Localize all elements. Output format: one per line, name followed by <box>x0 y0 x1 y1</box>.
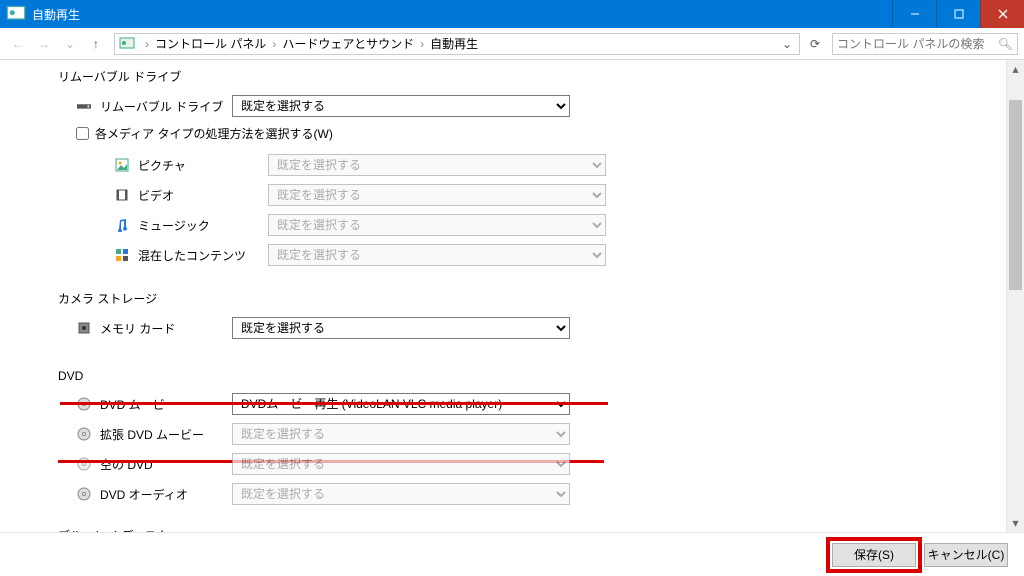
music-icon <box>114 219 130 231</box>
blank-dvd-select: 既定を選択する <box>232 453 570 475</box>
row-blank-dvd: 空の DVD 既定を選択する <box>76 453 1006 475</box>
mixed-icon <box>114 249 130 261</box>
ext-dvd-movie-select: 既定を選択する <box>232 423 570 445</box>
window-title: 自動再生 <box>32 6 892 23</box>
minimize-button[interactable] <box>892 0 936 28</box>
row-music: ミュージック 既定を選択する <box>114 214 1006 236</box>
chevron-right-icon: › <box>272 37 276 51</box>
pictures-select: 既定を選択する <box>268 154 606 176</box>
titlebar: 自動再生 <box>0 0 1024 28</box>
removable-drive-label: リムーバブル ドライブ <box>100 98 232 115</box>
scroll-down-icon[interactable]: ▾ <box>1007 514 1024 532</box>
blank-dvd-label: 空の DVD <box>100 456 232 473</box>
checkbox-media-types-label: 各メディア タイプの処理方法を選択する(W) <box>95 125 333 142</box>
drive-icon <box>76 100 92 112</box>
breadcrumb-dropdown-icon[interactable]: ⌄ <box>779 37 795 51</box>
breadcrumb-item-hardware[interactable]: ハードウェアとサウンド <box>282 35 414 52</box>
vertical-scrollbar[interactable]: ▴ ▾ <box>1006 60 1024 532</box>
search-icon: 🔍︎ <box>998 37 1013 51</box>
chevron-right-icon: › <box>145 37 149 51</box>
cancel-button[interactable]: キャンセル(C) <box>924 543 1008 567</box>
picture-icon <box>114 159 130 171</box>
section-removable-drives: リムーバブル ドライブ <box>58 68 1006 85</box>
memory-card-label: メモリ カード <box>100 320 232 337</box>
row-removable-drive: リムーバブル ドライブ 既定を選択する <box>76 95 1006 117</box>
breadcrumb-icon <box>119 36 135 52</box>
footer: 保存(S) キャンセル(C) <box>0 532 1024 576</box>
app-icon <box>6 4 26 24</box>
row-dvd-audio: DVD オーディオ 既定を選択する <box>76 483 1006 505</box>
row-video: ビデオ 既定を選択する <box>114 184 1006 206</box>
recent-button[interactable]: ⌄ <box>58 32 82 56</box>
music-select: 既定を選択する <box>268 214 606 236</box>
breadcrumb[interactable]: › コントロール パネル › ハードウェアとサウンド › 自動再生 ⌄ <box>114 33 800 55</box>
video-icon <box>114 189 130 201</box>
disc-icon <box>76 428 92 440</box>
memory-card-select[interactable]: 既定を選択する <box>232 317 570 339</box>
chevron-right-icon: › <box>420 37 424 51</box>
search-box[interactable]: 🔍︎ <box>832 33 1018 55</box>
disc-icon <box>76 488 92 500</box>
checkbox-media-types-input[interactable] <box>76 127 89 140</box>
mixed-label: 混在したコンテンツ <box>138 247 268 264</box>
checkbox-media-types[interactable]: 各メディア タイプの処理方法を選択する(W) <box>76 125 1006 142</box>
navbar: ← → ⌄ ↑ › コントロール パネル › ハードウェアとサウンド › 自動再… <box>0 28 1024 60</box>
section-dvd: DVD <box>58 369 1006 383</box>
memory-card-icon <box>76 322 92 334</box>
scrollbar-thumb[interactable] <box>1009 100 1022 290</box>
back-button[interactable]: ← <box>6 32 30 56</box>
save-button[interactable]: 保存(S) <box>832 543 916 567</box>
content-panel: リムーバブル ドライブ リムーバブル ドライブ 既定を選択する 各メディア タイ… <box>0 60 1006 532</box>
section-camera-storage: カメラ ストレージ <box>58 290 1006 307</box>
row-mixed: 混在したコンテンツ 既定を選択する <box>114 244 1006 266</box>
dvd-audio-select: 既定を選択する <box>232 483 570 505</box>
removable-drive-select[interactable]: 既定を選択する <box>232 95 570 117</box>
mixed-select: 既定を選択する <box>268 244 606 266</box>
scroll-up-icon[interactable]: ▴ <box>1007 60 1024 78</box>
dvd-audio-label: DVD オーディオ <box>100 486 232 503</box>
highlight-underline <box>60 402 608 405</box>
refresh-button[interactable]: ⟳ <box>804 33 826 55</box>
forward-button[interactable]: → <box>32 32 56 56</box>
video-select: 既定を選択する <box>268 184 606 206</box>
music-label: ミュージック <box>138 217 268 234</box>
ext-dvd-movie-label: 拡張 DVD ムービー <box>100 426 232 443</box>
pictures-label: ピクチャ <box>138 157 268 174</box>
row-ext-dvd-movie: 拡張 DVD ムービー 既定を選択する <box>76 423 1006 445</box>
video-label: ビデオ <box>138 187 268 204</box>
breadcrumb-item-control-panel[interactable]: コントロール パネル <box>155 35 266 52</box>
row-pictures: ピクチャ 既定を選択する <box>114 154 1006 176</box>
search-input[interactable] <box>837 37 1013 51</box>
breadcrumb-item-autoplay[interactable]: 自動再生 <box>430 35 478 52</box>
close-button[interactable] <box>980 0 1024 28</box>
maximize-button[interactable] <box>936 0 980 28</box>
row-memory-card: メモリ カード 既定を選択する <box>76 317 1006 339</box>
up-button[interactable]: ↑ <box>84 32 108 56</box>
